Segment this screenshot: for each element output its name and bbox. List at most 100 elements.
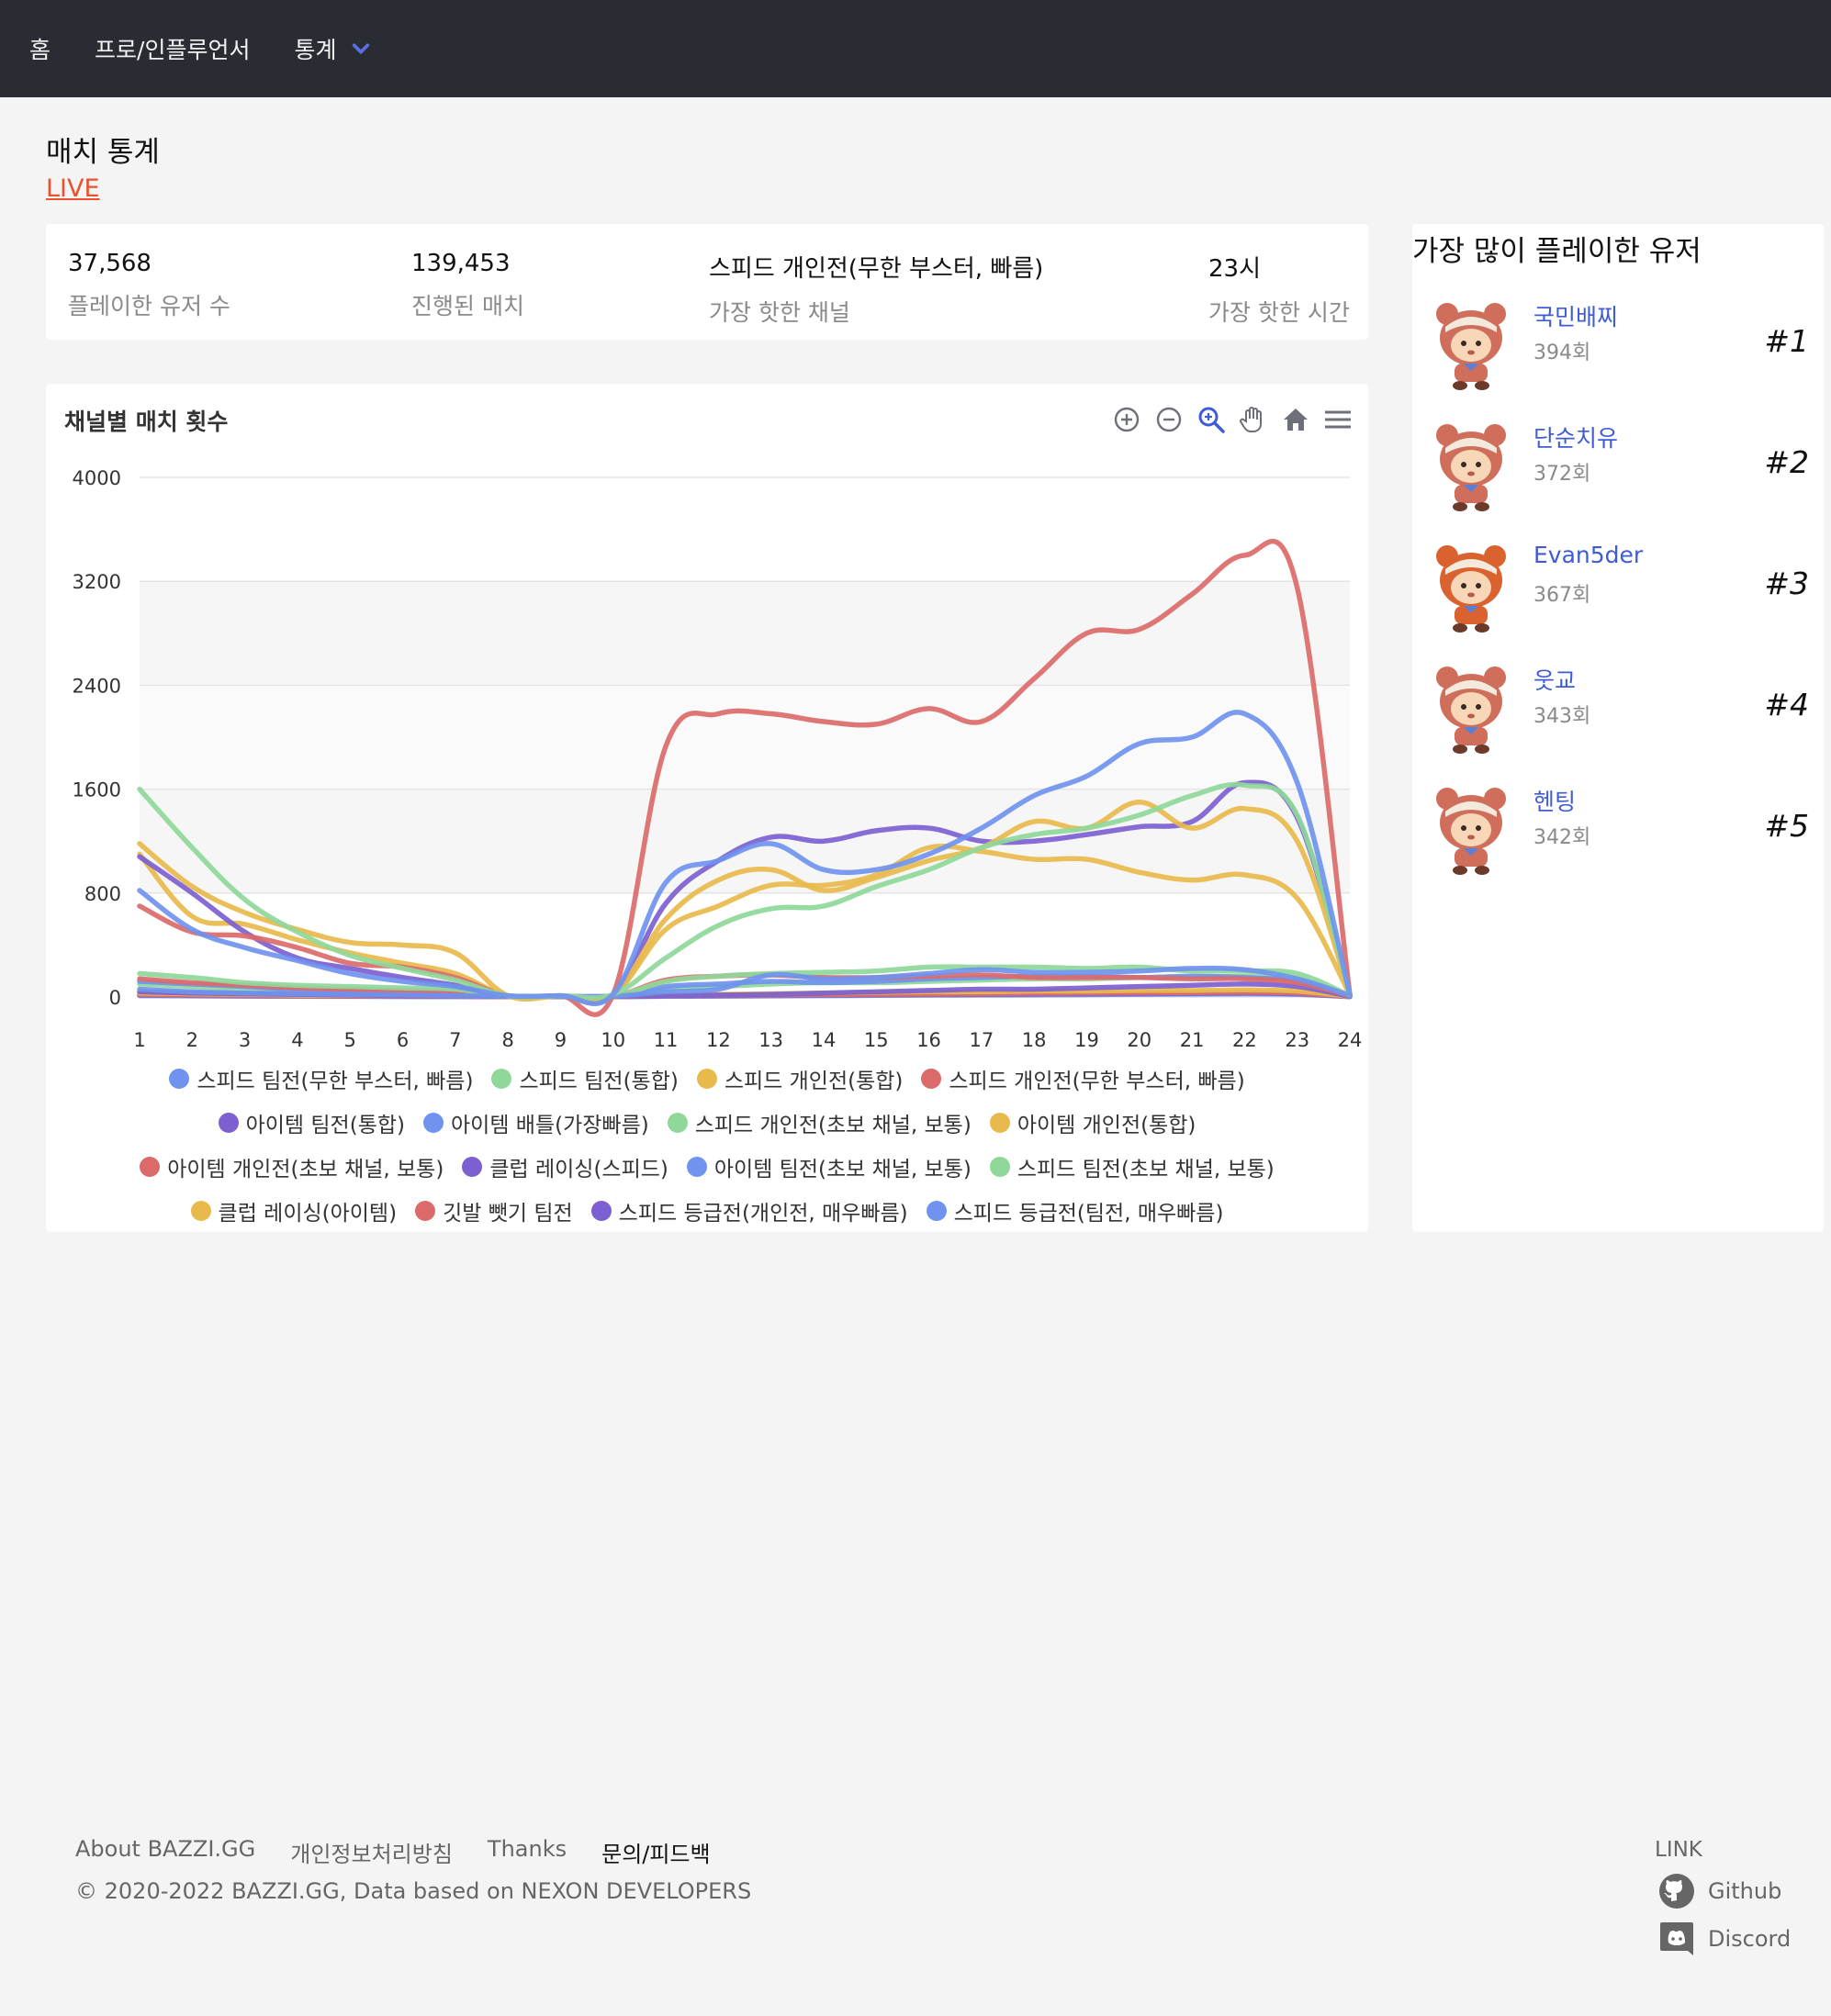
- nav-home[interactable]: 홈: [29, 32, 51, 65]
- x-tick-label: 10: [601, 1029, 625, 1051]
- x-tick-label: 12: [706, 1029, 731, 1051]
- rank-position: #5: [1764, 808, 1809, 844]
- x-tick-label: 15: [864, 1029, 889, 1051]
- legend-item[interactable]: 스피드 개인전(무한 부스터, 빠름): [921, 1063, 1245, 1094]
- rank-position: #4: [1764, 687, 1809, 722]
- legend-item[interactable]: 아이템 팀전(통합): [218, 1107, 405, 1138]
- legend-item[interactable]: 클럽 레이싱(아이템): [190, 1195, 398, 1226]
- zoom-out-icon[interactable]: [1151, 402, 1186, 437]
- discord-link[interactable]: Discord: [1658, 1921, 1791, 1957]
- legend-marker: [423, 1113, 444, 1133]
- player-name[interactable]: 헨팅: [1533, 784, 1576, 817]
- menu-icon[interactable]: [1320, 402, 1355, 437]
- legend-item[interactable]: 스피드 개인전(초보 채널, 보통): [667, 1107, 972, 1138]
- legend-marker: [686, 1157, 707, 1177]
- live-link[interactable]: LIVE: [46, 174, 100, 203]
- footer-link-feedback[interactable]: 문의/피드백: [601, 1836, 711, 1868]
- x-tick-label: 21: [1180, 1029, 1205, 1051]
- chart-toolbar: [1109, 402, 1355, 437]
- stat-players: 37,568 플레이한 유저 수: [68, 250, 230, 321]
- x-tick-label: 3: [239, 1029, 251, 1051]
- legend-label: 스피드 개인전(초보 채널, 보통): [694, 1114, 972, 1137]
- legend-marker: [667, 1113, 688, 1133]
- legend-item[interactable]: 스피드 등급전(개인전, 매우빠름): [590, 1195, 908, 1226]
- x-tick-label: 6: [397, 1029, 409, 1051]
- discord-icon: [1660, 1922, 1693, 1955]
- legend-item[interactable]: 아이템 배틀(가장빠름): [423, 1107, 649, 1138]
- legend-marker: [926, 1201, 947, 1221]
- chart-title: 채널별 매치 횟수: [64, 409, 229, 435]
- footer-link-thanks[interactable]: Thanks: [488, 1836, 567, 1868]
- legend-label: 깃발 뺏기 팀전: [443, 1202, 573, 1226]
- legend-label: 클럽 레이싱(아이템): [218, 1202, 398, 1226]
- stat-matches: 139,453 진행된 매치: [411, 250, 524, 321]
- stat-value: 37,568: [68, 250, 152, 277]
- legend-label: 아이템 개인전(초보 채널, 보통): [167, 1158, 444, 1182]
- play-count: 367회: [1533, 584, 1591, 607]
- player-name[interactable]: 단순치유: [1533, 420, 1618, 454]
- x-tick-label: 8: [501, 1029, 513, 1051]
- legend-item[interactable]: 스피드 개인전(통합): [696, 1063, 904, 1094]
- footer-link-about[interactable]: About BAZZI.GG: [75, 1836, 255, 1868]
- legend-item[interactable]: 아이템 개인전(초보 채널, 보통): [140, 1151, 444, 1182]
- nav-stats-dropdown[interactable]: 통계: [294, 32, 371, 65]
- y-tick-label: 0: [109, 987, 121, 1009]
- ranking-row[interactable]: 헨팅 342회 #5: [1432, 782, 1809, 892]
- rank-position: #3: [1764, 566, 1809, 601]
- legend-label: 스피드 개인전(무한 부스터, 빠름): [949, 1070, 1245, 1093]
- zoom-in-icon[interactable]: [1109, 402, 1144, 437]
- legend-marker: [590, 1201, 612, 1221]
- selection-zoom-icon[interactable]: [1194, 402, 1229, 437]
- grid-band: [140, 477, 1350, 582]
- character-avatar: [1436, 424, 1506, 511]
- legend-item[interactable]: 스피드 팀전(초보 채널, 보통): [989, 1151, 1275, 1182]
- legend-marker: [169, 1069, 190, 1089]
- stat-value: 23시: [1208, 255, 1262, 283]
- x-tick-label: 11: [654, 1029, 679, 1051]
- x-tick-label: 16: [916, 1029, 941, 1051]
- legend-item[interactable]: 스피드 팀전(통합): [491, 1063, 679, 1094]
- ranking-row[interactable]: 국민배찌 394회 #1: [1432, 297, 1809, 408]
- y-tick-label: 3200: [73, 571, 121, 593]
- legend-marker: [491, 1069, 512, 1089]
- legend-item[interactable]: 아이템 팀전(초보 채널, 보통): [686, 1151, 972, 1182]
- link-heading: LINK: [1655, 1838, 1702, 1862]
- nav-pro-influencer[interactable]: 프로/인플루언서: [95, 32, 250, 65]
- legend-item[interactable]: 아이템 개인전(통합): [989, 1107, 1196, 1138]
- legend-label: 스피드 개인전(통합): [724, 1070, 904, 1093]
- discord-label: Discord: [1708, 1926, 1792, 1952]
- legend-item[interactable]: 클럽 레이싱(스피드): [462, 1151, 668, 1182]
- x-tick-label: 7: [449, 1029, 461, 1051]
- player-name[interactable]: Evan5der: [1533, 542, 1643, 568]
- footer-links: About BAZZI.GG 개인정보처리방침 Thanks 문의/피드백: [75, 1836, 711, 1868]
- page-title: 매치 통계: [46, 136, 160, 169]
- x-tick-label: 14: [812, 1029, 837, 1051]
- player-name[interactable]: 국민배찌: [1533, 299, 1618, 332]
- ranking-title: 가장 많이 플레이한 유저: [1412, 235, 1702, 268]
- ranking-row[interactable]: Evan5der 367회 #3: [1432, 540, 1809, 650]
- legend-label: 스피드 팀전(초보 채널, 보통): [1017, 1158, 1275, 1182]
- legend-marker: [218, 1113, 239, 1133]
- legend-label: 아이템 배틀(가장빠름): [451, 1114, 649, 1137]
- ranking-row[interactable]: 단순치유 372회 #2: [1432, 419, 1809, 529]
- legend-marker: [921, 1069, 942, 1089]
- player-name[interactable]: 웃교: [1533, 663, 1576, 696]
- legend-item[interactable]: 스피드 등급전(팀전, 매우빠름): [926, 1195, 1223, 1226]
- pan-icon[interactable]: [1236, 402, 1271, 437]
- play-count: 394회: [1533, 342, 1591, 364]
- x-tick-label: 2: [186, 1029, 198, 1051]
- x-tick-label: 17: [970, 1029, 994, 1051]
- x-tick-label: 19: [1074, 1029, 1099, 1051]
- reset-home-icon[interactable]: [1278, 402, 1313, 437]
- stat-label: 진행된 매치: [411, 293, 524, 319]
- github-link[interactable]: Github: [1658, 1873, 1781, 1910]
- legend-marker: [415, 1201, 436, 1221]
- x-tick-label: 1: [133, 1029, 145, 1051]
- ranking-row[interactable]: 웃교 343회 #4: [1432, 661, 1809, 771]
- legend-item[interactable]: 깃발 뺏기 팀전: [415, 1195, 573, 1226]
- footer-link-privacy[interactable]: 개인정보처리방침: [290, 1836, 453, 1868]
- legend-label: 아이템 팀전(초보 채널, 보통): [713, 1158, 972, 1182]
- nav-stats-label: 통계: [294, 37, 337, 63]
- y-tick-label: 4000: [73, 467, 121, 489]
- legend-item[interactable]: 스피드 팀전(무한 부스터, 빠름): [169, 1063, 473, 1094]
